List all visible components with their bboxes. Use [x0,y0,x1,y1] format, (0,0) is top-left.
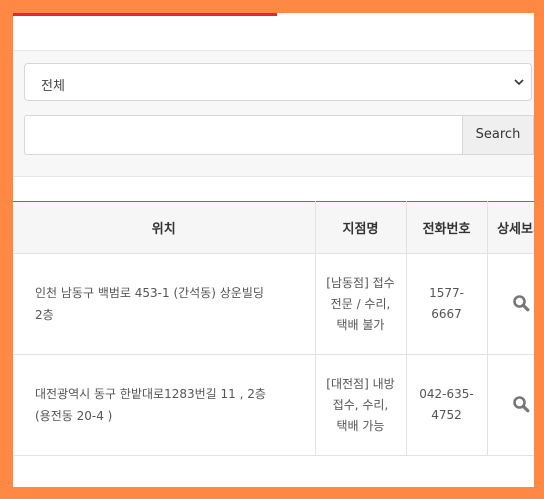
address-line: 2층 [35,308,54,322]
address-line: 인천 남동구 백범로 453-1 (간석동) 상운빌딩 [35,286,264,300]
detail-cell [487,253,534,355]
branch-line: 택배 불가 [336,317,385,332]
content-frame: 전체 Search 위치 지점명 전화번호 상세보기 [13,13,534,487]
table-row: 대전광역시 동구 한밭대로1283번길 11 , 2층 (용전동 20-4 ) … [13,354,534,456]
branch-table-container: 위치 지점명 전화번호 상세보기 인천 남동구 백범로 453-1 (간석동) … [13,201,534,487]
search-input[interactable] [24,115,462,155]
table-row: 인천 남동구 백범로 453-1 (간석동) 상운빌딩 2층 [남동점] 접수 … [13,253,534,355]
top-blank-area [13,16,534,51]
phone-line: 4752 [431,408,462,422]
branch-line: 접수, 수리, [332,397,389,412]
column-header-branch: 지점명 [315,201,407,254]
chevron-down-icon [514,79,524,86]
branch-cell: [남동점] 접수 전문 / 수리, 택배 불가 [315,253,407,355]
region-select-value: 전체 [41,79,65,94]
phone-line: 1577- [429,286,464,300]
column-header-detail: 상세보기 [487,201,534,254]
column-header-phone: 전화번호 [406,201,488,254]
branch-cell: [대전점] 내방 접수, 수리, 택배 가능 [315,354,407,456]
filter-panel: 전체 Search [13,51,534,177]
magnifier-icon[interactable] [512,395,530,413]
branch-line: [대전점] 내방 [326,376,395,391]
magnifier-icon[interactable] [512,294,530,312]
detail-cell [487,354,534,456]
phone-line: 6667 [431,307,462,321]
address-line: 대전광역시 동구 한밭대로1283번길 11 , 2층 [35,387,266,401]
branch-line: 택배 가능 [336,418,385,433]
region-select[interactable]: 전체 [24,63,532,101]
phone-line: 042-635- [419,387,474,401]
address-cell: 인천 남동구 백범로 453-1 (간석동) 상운빌딩 2층 [13,253,316,355]
phone-cell: 042-635- 4752 [406,354,488,456]
phone-cell: 1577- 6667 [406,253,488,355]
search-button[interactable]: Search [462,115,534,155]
address-line: (용전동 20-4 ) [35,409,113,423]
branch-table: 위치 지점명 전화번호 상세보기 인천 남동구 백범로 453-1 (간석동) … [13,201,534,456]
table-header-row: 위치 지점명 전화번호 상세보기 [13,201,534,254]
address-cell: 대전광역시 동구 한밭대로1283번길 11 , 2층 (용전동 20-4 ) [13,354,316,456]
branch-line: 전문 / 수리, [330,296,391,311]
column-header-location: 위치 [13,201,316,254]
branch-line: [남동점] 접수 [326,275,395,290]
